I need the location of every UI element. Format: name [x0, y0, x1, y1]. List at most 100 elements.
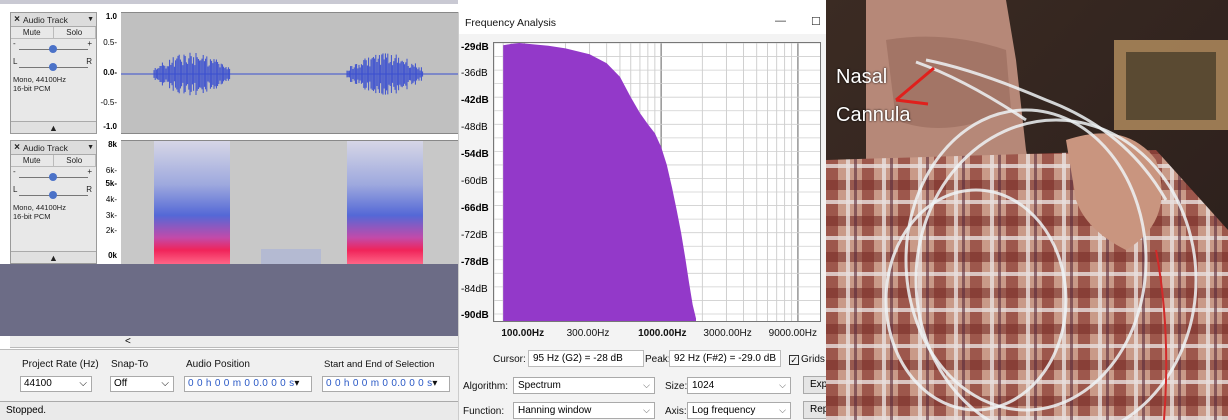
ruler-label: 5k-: [105, 179, 117, 188]
frequency-axis-label: 300.00Hz: [566, 328, 610, 339]
ruler-label: 2k-: [105, 226, 117, 235]
chevron-down-icon: ⌵: [779, 405, 786, 415]
spectrum-plot[interactable]: [493, 42, 821, 322]
frequency-axis-label: 1000.00Hz: [638, 328, 687, 339]
gain-slider[interactable]: - +: [11, 39, 96, 57]
pan-slider-thumb[interactable]: [49, 63, 57, 71]
solo-button[interactable]: Solo: [54, 27, 96, 38]
function-select[interactable]: Hanning window ⌵: [513, 402, 655, 419]
frequency-axis-label: 100.00Hz: [501, 328, 545, 339]
size-select[interactable]: 1024 ⌵: [687, 377, 791, 394]
selection-start-value: 0 0 h 0 0 m 0 0.0 0 0 s: [326, 378, 433, 389]
waveform-ruler: 1.0 0.5- 0.0- -0.5- -1.0: [98, 12, 120, 134]
close-track-icon[interactable]: ×: [11, 142, 23, 153]
export-button[interactable]: Exp: [803, 376, 827, 394]
db-axis-label: -54dB: [461, 148, 489, 160]
function-value: Hanning window: [518, 405, 592, 416]
gain-slider[interactable]: - +: [11, 167, 96, 185]
scroll-left-icon[interactable]: <: [125, 336, 131, 347]
frequency-axis-label: 3000.00Hz: [703, 328, 752, 339]
replot-button[interactable]: Rep: [803, 401, 828, 419]
frequency-axis-label: 9000.00Hz: [768, 328, 818, 339]
track-control-panel-2: × Audio Track ▼ Mute Solo - + L R Mono, …: [10, 140, 97, 264]
grids-checkbox[interactable]: ✓ Grids: [789, 354, 825, 365]
photo-illustration: [826, 0, 1228, 420]
gain-slider-thumb[interactable]: [49, 173, 57, 181]
project-rate-value: 44100: [24, 378, 52, 389]
pan-right-label: R: [86, 185, 92, 194]
pan-slider[interactable]: L R: [11, 185, 96, 203]
size-value: 1024: [692, 380, 715, 391]
function-label: Function:: [463, 406, 505, 417]
pan-slider-thumb[interactable]: [49, 191, 57, 199]
window-title-bar[interactable]: Frequency Analysis: [459, 12, 826, 34]
nasal-cannula-photo: Nasal Cannula: [826, 0, 1228, 420]
spectrogram-display[interactable]: [121, 140, 458, 265]
project-rate-label: Project Rate (Hz): [22, 359, 99, 370]
algorithm-select[interactable]: Spectrum ⌵: [513, 377, 655, 394]
chevron-down-icon: ⌵: [79, 378, 87, 389]
axis-select[interactable]: Log frequency ⌵: [687, 402, 791, 419]
track-format-2: 16-bit PCM: [13, 84, 51, 93]
chevron-down-icon: ▾: [432, 378, 438, 389]
mute-button[interactable]: Mute: [11, 155, 54, 166]
track-title-bar[interactable]: × Audio Track ▼: [11, 13, 96, 27]
track-menu-icon[interactable]: ▼: [87, 16, 96, 23]
track-format-1: Mono, 44100Hz: [13, 203, 66, 212]
waveform-svg: [121, 52, 458, 96]
ruler-label: 0.0-: [103, 68, 117, 77]
top-border: [0, 0, 458, 4]
empty-track-area[interactable]: [0, 264, 458, 336]
chevron-down-icon: ⌵: [779, 380, 786, 390]
track-menu-icon[interactable]: ▼: [87, 144, 96, 151]
db-axis-label: -48dB: [461, 121, 488, 133]
pan-left-label: L: [13, 57, 18, 66]
db-axis-label: -84dB: [461, 284, 488, 296]
pan-slider[interactable]: L R: [11, 57, 96, 75]
project-rate-select[interactable]: 44100 ⌵: [20, 376, 92, 392]
status-bar: Stopped.: [0, 401, 458, 420]
selection-start-field[interactable]: 0 0 h 0 0 m 0 0.0 0 0 s▾: [322, 376, 450, 392]
pan-left-label: L: [13, 185, 18, 194]
track-name[interactable]: Audio Track: [23, 15, 87, 25]
audio-position-label: Audio Position: [186, 359, 250, 370]
gain-plus-label: +: [87, 167, 92, 176]
algorithm-value: Spectrum: [518, 380, 561, 391]
axis-label: Axis:: [665, 406, 687, 417]
maximize-icon[interactable]: ☐: [811, 15, 821, 28]
cursor-readout: 95 Hz (G2) = -28 dB: [528, 350, 644, 367]
ruler-label: -1.0: [103, 122, 117, 131]
db-axis-label: -66dB: [461, 203, 489, 215]
spectrum-svg: [494, 43, 820, 321]
horizontal-scrollbar[interactable]: <: [10, 336, 458, 348]
cursor-label: Cursor:: [493, 354, 526, 365]
db-axis-label: -42dB: [461, 94, 489, 106]
close-track-icon[interactable]: ×: [11, 14, 23, 25]
spectrogram-burst-2: [347, 141, 423, 265]
audio-position-field[interactable]: 0 0 h 0 0 m 0 0.0 0 0 s▾: [184, 376, 312, 392]
pan-right-label: R: [86, 57, 92, 66]
ruler-label: 8k: [108, 140, 117, 149]
annotation-line-2: Cannula: [836, 104, 911, 126]
gain-minus-label: -: [13, 39, 16, 48]
spectrum-area: [503, 43, 696, 321]
checkbox-check-icon: ✓: [789, 355, 799, 365]
db-axis-label: -72dB: [461, 230, 488, 242]
track-name[interactable]: Audio Track: [23, 143, 87, 153]
chevron-down-icon: ⌵: [643, 380, 650, 390]
mute-button[interactable]: Mute: [11, 27, 54, 38]
collapse-track-icon[interactable]: ▲: [11, 251, 96, 263]
solo-button[interactable]: Solo: [54, 155, 96, 166]
waveform-display[interactable]: [121, 12, 458, 134]
window-title: Frequency Analysis: [465, 17, 557, 29]
minimize-icon[interactable]: —: [775, 15, 786, 27]
gain-slider-thumb[interactable]: [49, 45, 57, 53]
chevron-down-icon: ⌵: [161, 378, 169, 389]
snap-to-label: Snap-To: [111, 359, 149, 370]
collapse-track-icon[interactable]: ▲: [11, 121, 96, 133]
track-format-1: Mono, 44100Hz: [13, 75, 66, 84]
snap-to-select[interactable]: Off ⌵: [110, 376, 174, 392]
ruler-label: 1.0: [105, 12, 117, 21]
track-title-bar[interactable]: × Audio Track ▼: [11, 141, 96, 155]
spectrogram-ruler: 8k 6k- 5k- 4k- 3k- 2k- 0k: [98, 140, 120, 264]
